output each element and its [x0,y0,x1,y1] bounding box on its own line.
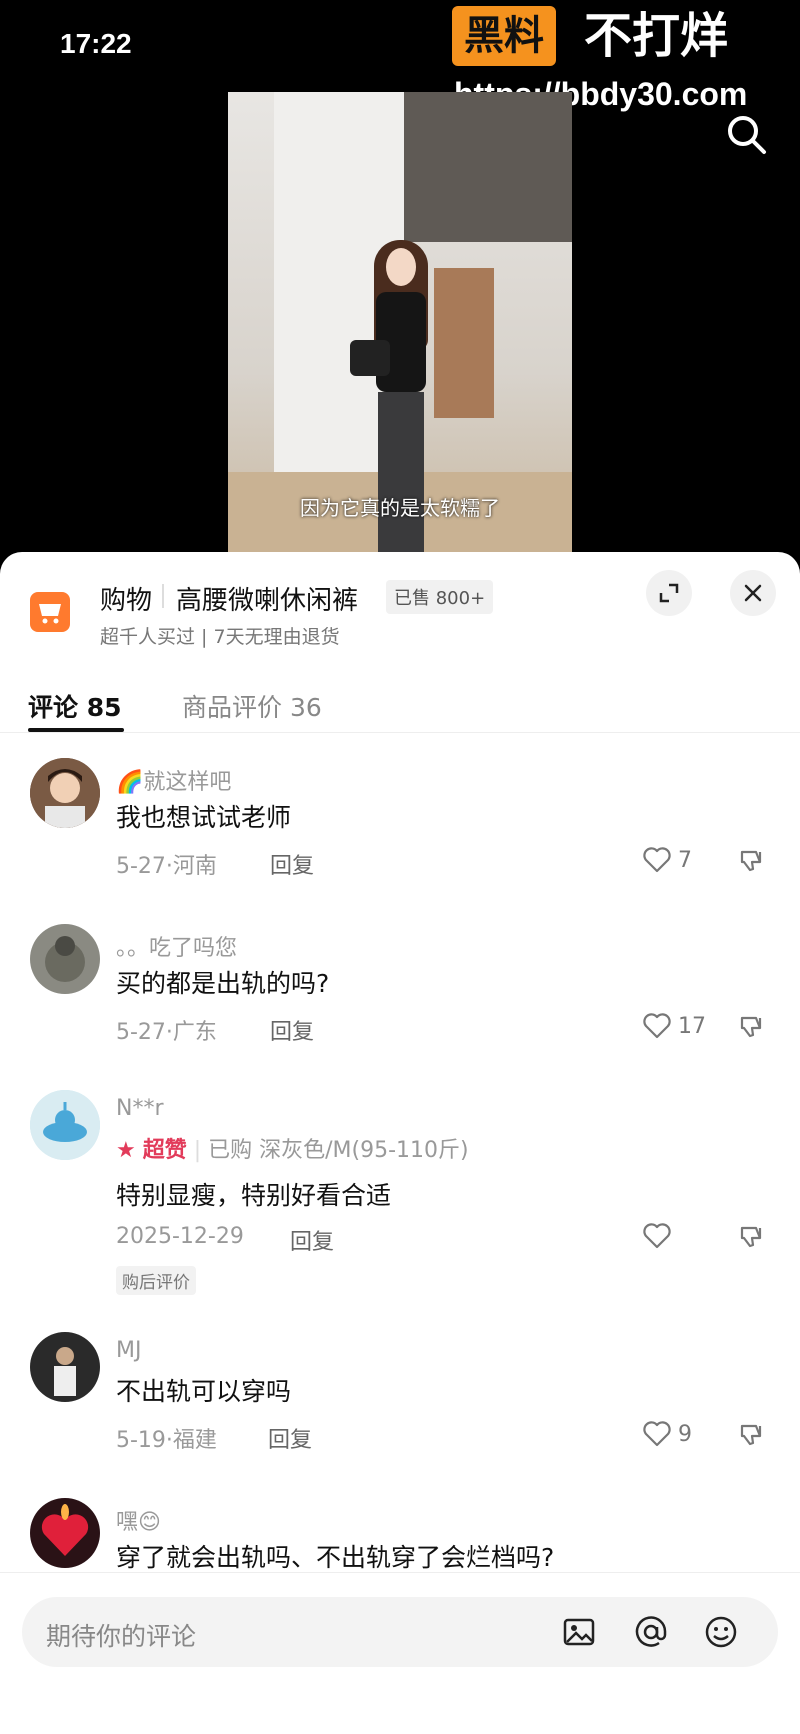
post-purchase-tag: 购后评价 [116,1266,196,1295]
like-button[interactable]: 9 [642,1420,692,1448]
video-subtitle: 因为它真的是太软糯了 [300,496,500,520]
comment-placeholder: 期待你的评论 [46,1622,197,1651]
product-subtitle: 超千人买过 | 7天无理由退货 [100,626,340,648]
like-count: 7 [678,847,692,873]
comment-text: 不出轨可以穿吗 [116,1377,292,1406]
comment-username[interactable]: 嘿😊 [116,1504,161,1536]
comment-input[interactable]: 期待你的评论 [22,1597,778,1667]
comment-text: 穿了就会出轨吗、不出轨穿了会烂档吗? [116,1543,555,1572]
comment-text: 我也想试试老师 [116,803,292,832]
heart-icon [643,1223,671,1249]
reply-button[interactable]: 回复 [270,1014,314,1046]
comment-meta: 5-19·福建 [116,1428,217,1453]
product-section-title[interactable]: 购物 [100,580,152,617]
expand-icon[interactable] [646,570,692,616]
purchase-spec: 已购 深灰色/M(95-110斤) [208,1138,469,1163]
super-like-badge: 超赞 [142,1138,187,1163]
emoji-icon[interactable] [700,1611,742,1653]
top-area: 17:22 黑料 不打烊 https://bbdy30.com 因为它真的是太软… [0,0,800,560]
cart-icon[interactable] [30,592,70,632]
dislike-icon[interactable] [738,1420,766,1452]
dislike-icon[interactable] [738,846,766,878]
purchase-info: ★ 超赞 | 已购 深灰色/M(95-110斤) [116,1138,469,1163]
active-tab-indicator [28,728,124,732]
avatar[interactable] [30,1090,100,1160]
at-icon[interactable] [630,1611,672,1653]
comment-meta: 5-27·广东 [116,1020,217,1045]
reply-button[interactable]: 回复 [290,1224,334,1256]
avatar[interactable] [30,924,100,994]
heart-icon [643,1013,671,1039]
comment-text: 买的都是出轨的吗? [116,969,330,998]
product-name[interactable]: 高腰微喇休闲裤 [176,580,358,617]
comment-meta: 5-27·河南 [116,854,217,879]
tab-product-reviews[interactable]: 商品评价 36 [182,688,322,724]
search-icon[interactable] [722,110,772,160]
like-button[interactable]: 17 [642,1012,706,1040]
tab-comments[interactable]: 评论 85 [28,688,122,724]
comment-sheet: 购物 高腰微喇休闲裤 已售 800+ 超千人买过 | 7天无理由退货 评论 85… [0,552,800,1734]
comment-meta: 2025-12-29 [116,1224,244,1249]
avatar[interactable] [30,1332,100,1402]
close-icon[interactable] [730,570,776,616]
star-icon: ★ [116,1138,136,1163]
status-time: 17:22 [60,28,132,59]
heart-icon [643,847,671,873]
dislike-icon[interactable] [738,1012,766,1044]
watermark-badge: 黑料 [452,6,556,66]
tab-bar: 评论 85 商品评价 36 [0,682,800,733]
video-player[interactable]: 因为它真的是太软糯了 [228,92,572,560]
reply-button[interactable]: 回复 [270,848,314,880]
reply-button[interactable]: 回复 [268,1422,312,1454]
comment-username[interactable]: 。。吃了吗您 [116,930,237,962]
like-count: 17 [678,1013,706,1039]
comment-username[interactable]: MJ [116,1338,141,1363]
divider [162,584,164,608]
watermark-text: 不打烊 [584,8,729,64]
like-button[interactable]: 7 [642,846,692,874]
comment-username[interactable]: 🌈就这样吧 [116,764,231,796]
dislike-icon[interactable] [738,1222,766,1254]
comment-username[interactable]: N**r [116,1096,164,1121]
like-count: 9 [678,1421,692,1447]
avatar[interactable] [30,1498,100,1568]
like-button[interactable] [642,1222,678,1250]
sold-badge: 已售 800+ [386,580,494,614]
comment-input-bar: 期待你的评论 [0,1572,800,1734]
comment-text: 特别显瘦，特别好看合适 [116,1181,392,1210]
heart-icon [643,1421,671,1447]
image-icon[interactable] [558,1611,600,1653]
avatar[interactable] [30,758,100,828]
